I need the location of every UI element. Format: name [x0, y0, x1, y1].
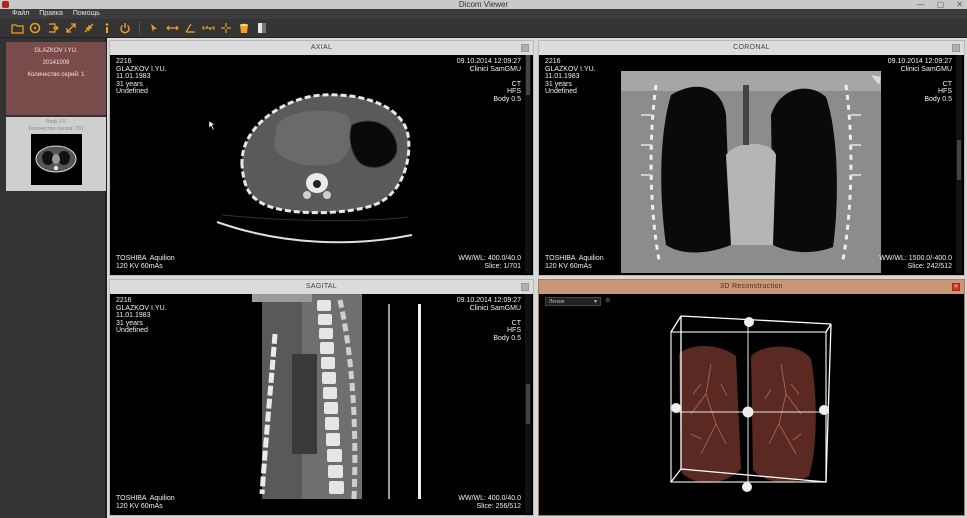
coronal-viewport[interactable]: 2216 GLAZKOV I.YU. 11.01.1983 31 years U…	[541, 55, 962, 273]
ruler-icon[interactable]	[201, 21, 215, 35]
slice-scrollbar[interactable]	[525, 294, 531, 513]
preset-value: Легкие	[549, 299, 565, 305]
axial-viewport[interactable]: 2216 GLAZKOV I.YU. 11.01.1983 31 years U…	[112, 55, 531, 273]
menu-help[interactable]: Помощь	[73, 9, 100, 19]
angle-icon[interactable]	[183, 21, 197, 35]
panel-title: SAGITAL	[110, 280, 533, 294]
viewer-grid: AXIAL 2216 GLAZKOV I.YU. 11.01.1983 31 y…	[107, 38, 967, 518]
window-controls: — ▢ ✕	[917, 0, 963, 9]
study-sidebar: GLAZKOV I.YU. 20141009 Количество серий:…	[0, 38, 107, 518]
power-icon[interactable]	[118, 21, 132, 35]
series-thumbnail	[31, 134, 82, 185]
expand-icon[interactable]	[64, 21, 78, 35]
series-name: Body 0.5	[46, 119, 66, 125]
coronal-panel[interactable]: CORONAL 2216 GLAZKOV I.YU. 11.01.1983 31…	[538, 40, 965, 276]
close-panel-button[interactable]: ×	[952, 283, 960, 291]
crosshair-icon[interactable]	[219, 21, 233, 35]
patient-overlay: 2216 GLAZKOV I.YU. 11.01.1983 31 years U…	[545, 58, 596, 95]
scrollbar-thumb[interactable]	[526, 55, 530, 95]
recon3d-viewport[interactable]: Легкие ▼ ⚙	[541, 294, 962, 513]
study-overlay: 09.10.2014 12:09:27 Clinici SamGMU CT HF…	[456, 58, 521, 103]
preset-dropdown[interactable]: Легкие ▼	[545, 297, 601, 306]
disk-icon[interactable]	[28, 21, 42, 35]
device-overlay: TOSHIBA Aquilion 120 KV 60mAs	[545, 255, 604, 270]
window-title: Dicom Viewer	[458, 0, 509, 9]
patient-card[interactable]: GLAZKOV I.YU. 20141009 Количество серий:…	[6, 42, 106, 115]
study-overlay: 09.10.2014 12:09:27 Clinici SamGMU CT HF…	[456, 297, 521, 342]
series-card[interactable]: Body 0.5 Количество срезов: 701	[6, 117, 106, 191]
menu-bar: Файл Правка Помощь	[0, 9, 967, 19]
folder-icon[interactable]	[10, 21, 24, 35]
study-date: 20141009	[42, 60, 70, 66]
device-overlay: TOSHIBA Aquilion 120 KV 60mAs	[116, 255, 175, 270]
panel-maximize-button[interactable]	[952, 44, 960, 52]
toolbar	[0, 19, 967, 38]
measure-line-icon[interactable]	[165, 21, 179, 35]
info-icon[interactable]	[100, 21, 114, 35]
patient-overlay: 2216 GLAZKOV I.YU. 11.01.1983 31 years U…	[116, 297, 167, 334]
patient-name: GLAZKOV I.YU.	[34, 48, 78, 54]
menu-file[interactable]: Файл	[12, 9, 29, 19]
toolbar-separator	[139, 21, 140, 35]
minimize-button[interactable]: —	[917, 0, 925, 9]
pointer-icon[interactable]	[147, 21, 161, 35]
maximize-button[interactable]: ▢	[937, 0, 945, 9]
patient-overlay: 2216 GLAZKOV I.YU. 11.01.1983 31 years U…	[116, 58, 167, 95]
slice-scrollbar[interactable]	[525, 55, 531, 273]
panel-maximize-button[interactable]	[521, 283, 529, 291]
app-icon	[2, 1, 9, 8]
series-slice-count: Количество срезов: 701	[28, 126, 84, 132]
menu-edit[interactable]: Правка	[39, 9, 63, 19]
panel-title: CORONAL	[539, 41, 964, 55]
bucket-icon[interactable]	[237, 21, 251, 35]
window-level-overlay: WW/WL: 1500.0/-400.0 Slice: 242/512	[879, 255, 952, 270]
panel-title: AXIAL	[110, 41, 533, 55]
collapse-icon[interactable]	[82, 21, 96, 35]
scrollbar-thumb[interactable]	[957, 140, 961, 180]
window-level-overlay: WW/WL: 400.0/40.0 Slice: 1/701	[458, 255, 521, 270]
sagital-viewport[interactable]: 2216 GLAZKOV I.YU. 11.01.1983 31 years U…	[112, 294, 531, 513]
window-level-icon[interactable]	[255, 21, 269, 35]
close-window-button[interactable]: ✕	[956, 0, 963, 9]
window-level-overlay: WW/WL: 400.0/40.0 Slice: 256/512	[458, 495, 521, 510]
title-bar: Dicom Viewer — ▢ ✕	[0, 0, 967, 9]
sagital-panel[interactable]: SAGITAL 2216 GLAZKOV I.YU. 11.01.1983 31…	[109, 279, 534, 516]
series-count: Количество серий: 1	[27, 72, 85, 78]
study-overlay: 09.10.2014 12:09:27 Clinici SamGMU CT HF…	[887, 58, 952, 103]
scrollbar-thumb[interactable]	[526, 384, 530, 424]
export-icon[interactable]	[46, 21, 60, 35]
slice-scrollbar[interactable]	[956, 55, 962, 273]
device-overlay: TOSHIBA Aquilion 120 KV 60mAs	[116, 495, 175, 510]
panel-maximize-button[interactable]	[521, 44, 529, 52]
volume-render	[670, 315, 832, 492]
recon3d-panel[interactable]: 3D Reconstruction × Легкие ▼ ⚙	[538, 279, 965, 516]
panel-title: 3D Reconstruction	[539, 280, 964, 294]
chevron-down-icon: ▼	[593, 299, 598, 305]
axial-panel[interactable]: AXIAL 2216 GLAZKOV I.YU. 11.01.1983 31 y…	[109, 40, 534, 276]
settings-icon[interactable]: ⚙	[605, 297, 613, 306]
